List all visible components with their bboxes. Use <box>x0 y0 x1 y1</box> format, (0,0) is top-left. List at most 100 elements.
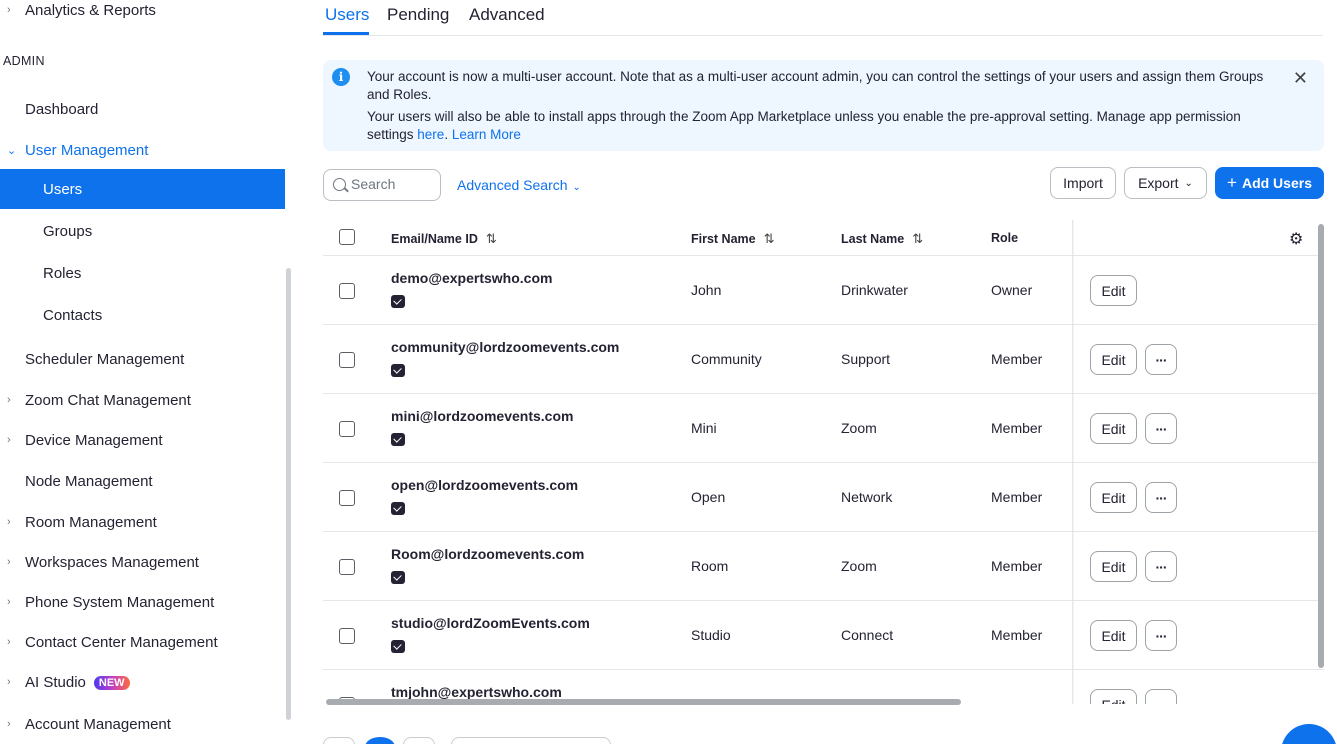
more-options-button[interactable]: ··· <box>1145 482 1177 513</box>
close-icon[interactable]: ✕ <box>1293 68 1308 89</box>
tab-users[interactable]: Users <box>325 5 369 25</box>
search-box[interactable] <box>323 169 441 201</box>
sidebar-item-dashboard[interactable]: Dashboard <box>0 89 285 129</box>
user-email[interactable]: studio@lordZoomEvents.com <box>391 615 590 631</box>
user-email[interactable]: demo@expertswho.com <box>391 270 552 286</box>
sidebar-item-label: Users <box>43 180 83 198</box>
first-name: Studio <box>691 627 731 643</box>
pagination-prev-button[interactable] <box>323 737 355 744</box>
sidebar-item-zoom-chat-management[interactable]: › Zoom Chat Management <box>0 380 285 420</box>
active-tab-indicator <box>323 32 369 35</box>
chevron-right-icon: › <box>7 718 11 730</box>
import-button[interactable]: Import <box>1050 167 1116 199</box>
vertical-scrollbar[interactable] <box>1318 224 1324 668</box>
more-options-button[interactable]: ··· <box>1145 413 1177 444</box>
column-header-role: Role <box>991 231 1019 245</box>
user-email[interactable]: tmjohn@expertswho.com <box>391 684 562 700</box>
advanced-search-link[interactable]: Advanced Search ⌄ <box>457 177 581 193</box>
user-email[interactable]: Room@lordzoomevents.com <box>391 546 584 562</box>
sort-icon[interactable]: ⇅ <box>486 231 497 246</box>
more-options-button[interactable]: ··· <box>1145 344 1177 375</box>
sidebar-item-room-management[interactable]: › Room Management <box>0 502 285 542</box>
first-name: Community <box>691 351 762 367</box>
sidebar-item-workspaces-management[interactable]: › Workspaces Management <box>0 542 285 582</box>
add-users-button[interactable]: + Add Users <box>1215 167 1324 199</box>
page-size-select[interactable] <box>451 737 611 744</box>
sidebar-item-analytics-reports[interactable]: › Analytics & Reports <box>0 0 285 30</box>
row-checkbox[interactable] <box>339 559 355 575</box>
edit-button[interactable]: Edit <box>1090 344 1137 375</box>
user-email[interactable]: community@lordzoomevents.com <box>391 339 619 355</box>
sidebar-item-label: Contacts <box>43 306 103 324</box>
sidebar-item-users[interactable]: Users <box>0 169 285 209</box>
sidebar-item-label: Device Management <box>25 431 163 449</box>
learn-more-link[interactable]: Learn More <box>452 127 521 142</box>
sidebar-item-label: Account Management <box>25 715 171 733</box>
search-input[interactable] <box>351 176 436 192</box>
user-email[interactable]: mini@lordzoomevents.com <box>391 408 573 424</box>
tab-advanced[interactable]: Advanced <box>469 5 545 25</box>
select-all-checkbox[interactable] <box>339 229 355 245</box>
edit-button[interactable]: Edit <box>1090 275 1137 306</box>
row-checkbox[interactable] <box>339 421 355 437</box>
sidebar-item-contacts[interactable]: Contacts <box>0 295 285 335</box>
sidebar-item-label: Scheduler Management <box>25 350 185 368</box>
sidebar-item-label: Room Management <box>25 513 157 531</box>
sort-icon[interactable]: ⇅ <box>912 231 923 246</box>
sidebar-item-device-management[interactable]: › Device Management <box>0 420 285 460</box>
column-header-label: Email/Name ID <box>391 232 478 246</box>
sidebar-item-label: User Management <box>25 141 149 159</box>
more-options-button[interactable]: ··· <box>1145 620 1177 651</box>
more-options-button[interactable]: ··· <box>1145 689 1177 704</box>
chat-help-button[interactable] <box>1281 724 1337 744</box>
role: Member <box>991 351 1043 367</box>
sidebar-item-scheduler-management[interactable]: Scheduler Management <box>0 339 285 379</box>
edit-button[interactable]: Edit <box>1090 482 1137 513</box>
here-link[interactable]: here <box>417 127 444 142</box>
info-banner: i Your account is now a multi-user accou… <box>323 60 1324 151</box>
role: Member <box>991 703 1042 704</box>
edit-button[interactable]: Edit <box>1090 689 1137 704</box>
sidebar-item-label: Groups <box>43 222 93 240</box>
chevron-down-icon: ⌄ <box>7 144 17 157</box>
column-header-email[interactable]: Email/Name ID ⇅ <box>391 231 497 247</box>
sidebar-item-phone-system-management[interactable]: › Phone System Management <box>0 582 285 622</box>
edit-button[interactable]: Edit <box>1090 551 1137 582</box>
row-checkbox[interactable] <box>339 352 355 368</box>
last-name: Zoom <box>841 558 877 574</box>
sidebar-item-account-management[interactable]: › Account Management <box>0 704 285 744</box>
row-checkbox[interactable] <box>339 628 355 644</box>
sidebar-section-admin: ADMIN <box>3 54 45 68</box>
info-icon: i <box>332 68 350 86</box>
pagination-next-button[interactable] <box>403 737 435 744</box>
horizontal-scrollbar[interactable] <box>326 699 961 705</box>
sidebar-item-roles[interactable]: Roles <box>0 253 285 293</box>
tab-bar: Users Pending Advanced <box>323 0 1323 36</box>
gear-icon[interactable]: ⚙ <box>1289 229 1303 249</box>
more-options-button[interactable]: ··· <box>1145 551 1177 582</box>
tab-pending[interactable]: Pending <box>387 5 449 25</box>
row-checkbox[interactable] <box>339 490 355 506</box>
column-header-last-name[interactable]: Last Name ⇅ <box>841 231 923 247</box>
pagination-current-page[interactable] <box>365 737 395 744</box>
row-checkbox[interactable] <box>339 283 355 299</box>
main-content: Users Pending Advanced i Your account is… <box>291 0 1337 744</box>
user-email[interactable]: open@lordzoomevents.com <box>391 477 578 493</box>
edit-button[interactable]: Edit <box>1090 413 1137 444</box>
column-header-first-name[interactable]: First Name ⇅ <box>691 231 775 247</box>
sidebar-item-contact-center-management[interactable]: › Contact Center Management <box>0 622 285 662</box>
sidebar-item-groups[interactable]: Groups <box>0 211 285 251</box>
sidebar-item-label: AI Studio <box>25 673 86 691</box>
edit-button[interactable]: Edit <box>1090 620 1137 651</box>
sidebar-item-node-management[interactable]: Node Management <box>0 461 285 501</box>
role: Member <box>991 489 1043 505</box>
export-button[interactable]: Export ⌄ <box>1124 167 1207 199</box>
sidebar-item-ai-studio[interactable]: › AI Studio NEW <box>0 662 285 702</box>
chevron-right-icon: › <box>7 434 11 446</box>
role: Member <box>991 420 1043 436</box>
role: Owner <box>991 282 1033 298</box>
sidebar-item-label: Contact Center Management <box>25 633 218 651</box>
sidebar-item-user-management[interactable]: ⌄ User Management <box>0 130 285 170</box>
role: Member <box>991 627 1043 643</box>
sort-icon[interactable]: ⇅ <box>764 231 775 246</box>
